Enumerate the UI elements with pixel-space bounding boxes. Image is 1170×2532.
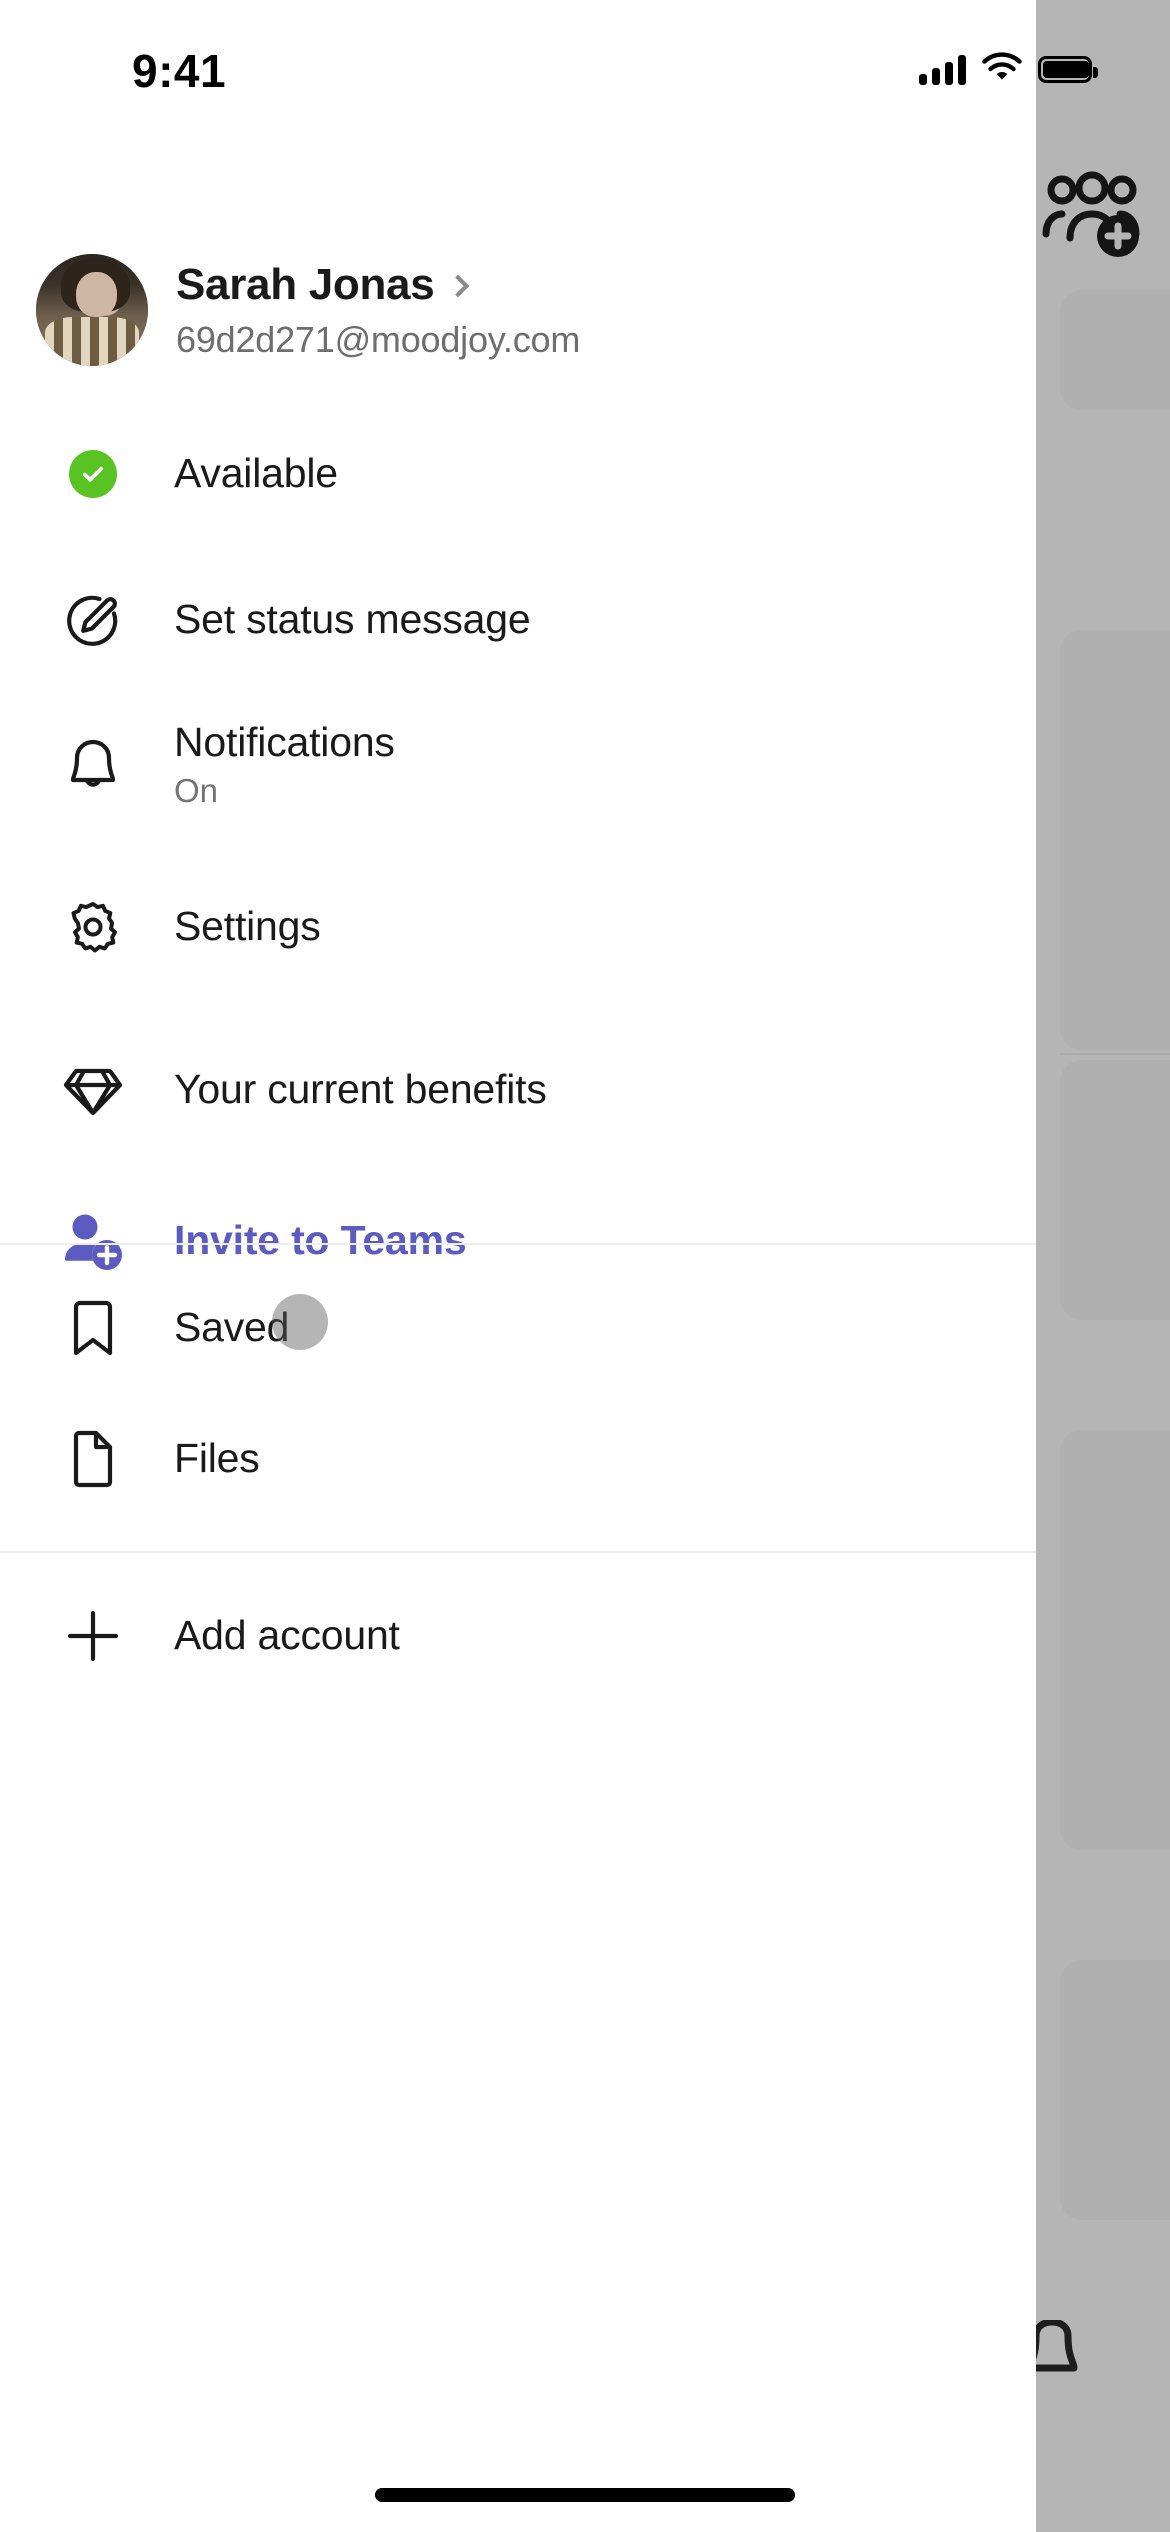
section-divider bbox=[0, 1243, 1036, 1245]
bg-card bbox=[1060, 290, 1170, 410]
home-indicator[interactable] bbox=[375, 2488, 795, 2502]
gear-icon bbox=[62, 896, 124, 958]
phone-screen: Sarah Jonas 69d2d271@moodjoy.com Availab… bbox=[0, 0, 1170, 2532]
bg-card bbox=[1060, 630, 1170, 1050]
menu-item-label: Your current benefits bbox=[174, 1065, 547, 1112]
menu-item-files[interactable]: Files bbox=[0, 1393, 1036, 1524]
menu-item-settings[interactable]: Settings bbox=[0, 845, 1036, 1008]
menu-section-accounts: Add account bbox=[0, 1570, 1036, 1701]
menu-item-notifications[interactable]: Notifications On bbox=[0, 685, 1036, 845]
menu-section-primary: Available Set status message Notificatio… bbox=[0, 394, 1036, 1311]
user-email: 69d2d271@moodjoy.com bbox=[176, 318, 581, 360]
file-icon bbox=[62, 1428, 124, 1490]
menu-item-label: Invite to Teams bbox=[174, 1217, 467, 1264]
menu-item-set-status-message[interactable]: Set status message bbox=[0, 554, 1036, 685]
bookmark-icon bbox=[62, 1297, 124, 1359]
account-drawer: Sarah Jonas 69d2d271@moodjoy.com Availab… bbox=[0, 0, 1036, 2532]
chevron-right-icon[interactable] bbox=[447, 274, 470, 297]
pencil-circle-icon bbox=[62, 589, 124, 651]
status-available-icon bbox=[62, 443, 124, 505]
menu-item-label: Add account bbox=[174, 1611, 400, 1658]
bg-card bbox=[1060, 1960, 1170, 2220]
user-name: Sarah Jonas bbox=[176, 259, 435, 309]
section-divider bbox=[0, 1551, 1036, 1553]
menu-section-library: Saved Files bbox=[0, 1262, 1036, 1524]
menu-item-sublabel: On bbox=[174, 771, 218, 809]
profile-header[interactable]: Sarah Jonas 69d2d271@moodjoy.com bbox=[0, 244, 1036, 376]
bg-card bbox=[1060, 1060, 1170, 1320]
bg-divider bbox=[1060, 1053, 1170, 1055]
plus-icon bbox=[62, 1605, 124, 1667]
bg-card bbox=[1060, 1430, 1170, 1850]
menu-item-saved[interactable]: Saved bbox=[0, 1262, 1036, 1393]
menu-item-available[interactable]: Available bbox=[0, 394, 1036, 554]
bell-icon bbox=[62, 734, 124, 796]
menu-item-label: Set status message bbox=[174, 595, 531, 642]
touch-point bbox=[272, 1294, 328, 1350]
diamond-icon bbox=[62, 1059, 124, 1121]
menu-item-your-current-benefits[interactable]: Your current benefits bbox=[0, 1008, 1036, 1171]
menu-item-label: Settings bbox=[174, 902, 321, 949]
menu-item-label: Available bbox=[174, 450, 338, 497]
menu-item-label: Files bbox=[174, 1434, 260, 1481]
menu-item-label: Notifications bbox=[174, 719, 395, 766]
menu-item-add-account[interactable]: Add account bbox=[0, 1570, 1036, 1701]
people-add-icon[interactable] bbox=[1040, 168, 1150, 263]
avatar[interactable] bbox=[36, 254, 148, 366]
